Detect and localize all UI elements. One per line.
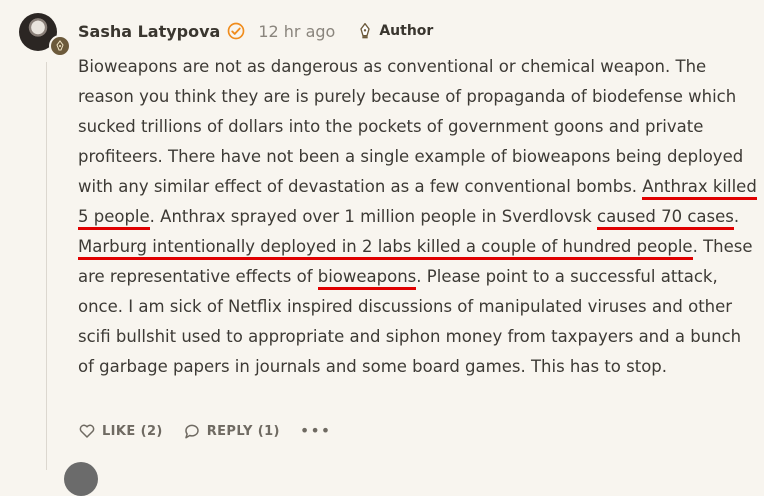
more-options-button[interactable]: ••• [300,423,331,439]
underlined-text-segment: Marburg intentionally deployed in 2 labs… [78,237,693,260]
reply-button[interactable]: REPLY (1) [183,422,280,440]
author-avatar-badge [49,35,71,57]
author-name[interactable]: Sasha Latypova [78,22,220,41]
next-comment-avatar[interactable] [64,462,98,496]
speech-bubble-icon [184,424,199,439]
reply-label: REPLY (1) [206,423,280,439]
comment-header: Sasha Latypova 12 hr ago Author [78,18,433,44]
underlined-text-segment: caused 70 cases [597,207,734,230]
text-segment: Bioweapons are not as dangerous as conve… [78,57,744,196]
comment-actions: LIKE (2) REPLY (1) ••• [78,418,331,444]
avatar-wrap[interactable] [19,13,75,69]
comment-text: Bioweapons are not as dangerous as conve… [78,52,758,382]
comment-body: Bioweapons are not as dangerous as conve… [78,52,758,382]
text-segment: . Anthrax sprayed over 1 million people … [149,207,597,226]
thread-line [46,62,47,470]
verified-check-icon [226,21,246,41]
like-label: LIKE (2) [102,423,163,439]
fountain-pen-icon [56,40,64,51]
author-badge: Author [357,23,433,39]
underlined-text-segment: bioweapons [317,267,417,290]
heart-icon [79,424,95,438]
text-segment: . [733,207,740,226]
timestamp[interactable]: 12 hr ago [258,22,335,41]
fountain-pen-icon [360,23,371,39]
author-badge-label: Author [379,23,434,39]
like-button[interactable]: LIKE (2) [78,422,163,440]
